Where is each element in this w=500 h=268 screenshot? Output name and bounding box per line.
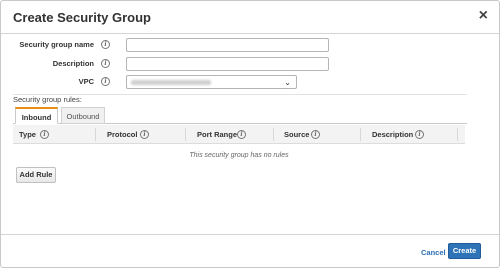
column-header-port-range: Port Range — [197, 130, 238, 139]
column-separator — [273, 128, 274, 141]
name-label: Security group name — [19, 40, 94, 49]
dialog-header: Create Security Group × — [1, 1, 499, 34]
column-header-description: Description — [372, 130, 414, 139]
create-button[interactable]: Create — [448, 243, 481, 259]
create-security-group-dialog: Create Security Group × Security group n… — [0, 0, 500, 268]
column-header-source: Source — [284, 130, 310, 139]
info-icon[interactable]: i — [415, 130, 424, 139]
column-separator — [457, 128, 458, 141]
column-separator — [360, 128, 361, 141]
info-icon[interactable]: i — [311, 130, 320, 139]
chevron-down-icon: ⌄ — [284, 78, 291, 87]
info-icon[interactable]: i — [101, 59, 110, 68]
info-icon[interactable]: i — [101, 77, 110, 86]
vpc-select[interactable]: ⌄ — [126, 75, 297, 89]
footer-divider — [1, 234, 499, 235]
vpc-selected-value-redacted — [131, 80, 211, 85]
dialog-title: Create Security Group — [13, 10, 151, 25]
column-header-type: Type — [19, 130, 36, 139]
cancel-button[interactable]: Cancel — [421, 248, 446, 257]
add-rule-button[interactable]: Add Rule — [16, 167, 56, 183]
security-group-rules-label: Security group rules: — [13, 95, 82, 104]
info-icon[interactable]: i — [40, 130, 49, 139]
tab-outbound[interactable]: Outbound — [61, 107, 105, 124]
column-separator — [95, 128, 96, 141]
close-icon[interactable]: × — [479, 8, 488, 24]
column-separator — [185, 128, 186, 141]
vpc-label: VPC — [78, 77, 94, 86]
rules-table-header: Type i Protocol i Port Range i Source i … — [13, 125, 465, 144]
security-group-name-input[interactable] — [126, 38, 329, 52]
tab-inbound[interactable]: Inbound — [15, 107, 58, 124]
info-icon[interactable]: i — [140, 130, 149, 139]
column-header-protocol: Protocol — [107, 130, 138, 139]
description-label: Description — [52, 59, 94, 68]
info-icon[interactable]: i — [101, 40, 110, 49]
description-input[interactable] — [126, 57, 329, 71]
info-icon[interactable]: i — [237, 130, 246, 139]
empty-rules-message: This security group has no rules — [189, 152, 289, 159]
